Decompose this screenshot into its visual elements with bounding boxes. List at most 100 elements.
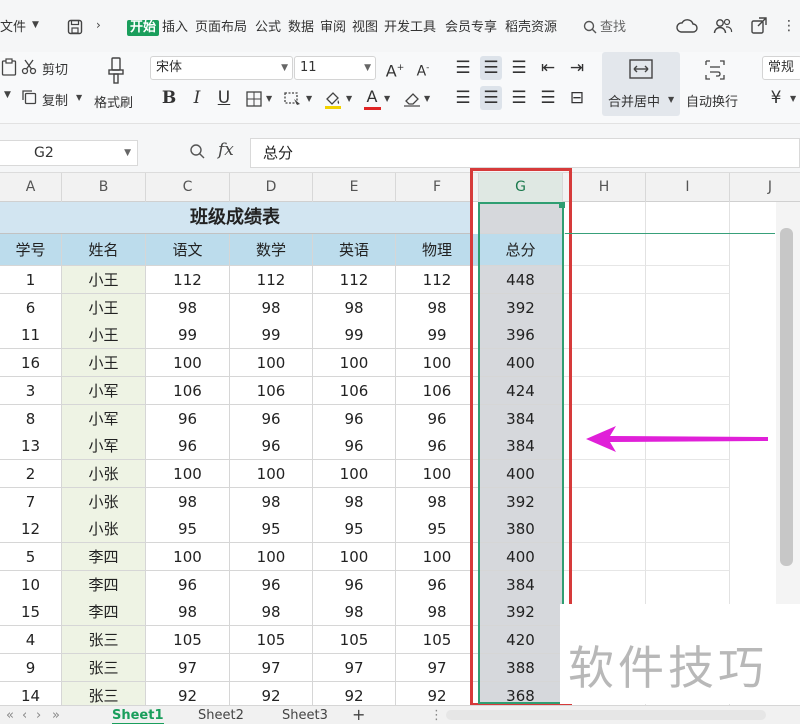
name-cell[interactable]: 张三 <box>62 681 146 705</box>
physics-cell[interactable]: 92 <box>396 681 479 705</box>
align-bottom-icon[interactable]: ☰ <box>508 56 530 80</box>
physics-cell[interactable]: 112 <box>396 266 479 294</box>
math-cell[interactable]: 96 <box>230 404 313 433</box>
header-english[interactable]: 英语 <box>313 234 396 266</box>
math-cell[interactable]: 96 <box>230 570 313 599</box>
cut-icon[interactable] <box>20 59 38 75</box>
english-cell[interactable]: 96 <box>313 432 396 461</box>
name-cell[interactable]: 小军 <box>62 404 146 433</box>
math-cell[interactable]: 100 <box>230 349 313 378</box>
empty-i-cell[interactable] <box>646 349 730 378</box>
chinese-cell[interactable]: 95 <box>146 515 230 544</box>
id-cell[interactable]: 7 <box>0 487 62 516</box>
indent-decrease-icon[interactable]: ⇤ <box>537 56 559 80</box>
name-cell[interactable]: 小张 <box>62 487 146 516</box>
more-options-icon[interactable]: ⋮ <box>782 18 796 34</box>
fill-color-chevron-icon[interactable]: ▼ <box>346 94 352 103</box>
chinese-cell[interactable]: 112 <box>146 266 230 294</box>
header-name[interactable]: 姓名 <box>62 234 146 266</box>
id-cell[interactable]: 11 <box>0 321 62 350</box>
physics-cell[interactable]: 99 <box>396 321 479 350</box>
english-cell[interactable]: 98 <box>313 487 396 516</box>
header-h-cell[interactable] <box>563 234 646 266</box>
column-header-f[interactable]: F <box>396 173 479 202</box>
id-cell[interactable]: 6 <box>0 293 62 322</box>
chinese-cell[interactable]: 105 <box>146 626 230 655</box>
id-cell[interactable]: 16 <box>0 349 62 378</box>
distribute-icon[interactable]: ⊟ <box>566 86 588 110</box>
tab-insert[interactable]: 插入 <box>162 20 188 36</box>
tab-developer[interactable]: 开发工具 <box>384 20 436 36</box>
chinese-cell[interactable]: 98 <box>146 293 230 322</box>
align-middle-icon[interactable]: ☰ <box>480 56 502 80</box>
title-i-cell[interactable] <box>646 202 730 234</box>
tab-nav-last-icon[interactable]: » <box>52 706 60 724</box>
math-cell[interactable]: 106 <box>230 376 313 405</box>
align-top-icon[interactable]: ☰ <box>452 56 474 80</box>
chinese-cell[interactable]: 98 <box>146 598 230 627</box>
empty-h-cell[interactable] <box>563 266 646 294</box>
empty-h-cell[interactable] <box>563 321 646 350</box>
id-cell[interactable]: 15 <box>0 598 62 627</box>
copy-chevron-icon[interactable]: ▼ <box>76 93 82 102</box>
empty-i-cell[interactable] <box>646 376 730 405</box>
math-cell[interactable]: 92 <box>230 681 313 705</box>
more-chevron-icon[interactable]: › <box>96 18 101 32</box>
id-cell[interactable]: 8 <box>0 404 62 433</box>
empty-h-cell[interactable] <box>563 459 646 488</box>
english-cell[interactable]: 100 <box>313 349 396 378</box>
vertical-scroll-thumb[interactable] <box>780 228 793 566</box>
currency-chevron-icon[interactable]: ▼ <box>790 94 796 103</box>
align-right-icon[interactable]: ☰ <box>508 86 530 110</box>
id-cell[interactable]: 1 <box>0 266 62 294</box>
name-cell[interactable]: 李四 <box>62 598 146 627</box>
chinese-cell[interactable]: 96 <box>146 404 230 433</box>
id-cell[interactable]: 9 <box>0 653 62 682</box>
name-cell[interactable]: 张三 <box>62 626 146 655</box>
empty-h-cell[interactable] <box>563 349 646 378</box>
tab-nav-prev-icon[interactable]: ‹ <box>22 706 27 724</box>
name-cell[interactable]: 小王 <box>62 349 146 378</box>
empty-i-cell[interactable] <box>646 543 730 571</box>
name-cell[interactable]: 小王 <box>62 321 146 350</box>
empty-i-cell[interactable] <box>646 487 730 516</box>
english-cell[interactable]: 96 <box>313 570 396 599</box>
physics-cell[interactable]: 98 <box>396 293 479 322</box>
physics-cell[interactable]: 95 <box>396 515 479 544</box>
math-cell[interactable]: 96 <box>230 432 313 461</box>
english-cell[interactable]: 112 <box>313 266 396 294</box>
file-menu[interactable]: 文件 <box>0 20 26 36</box>
english-cell[interactable]: 100 <box>313 543 396 571</box>
paste-icon[interactable] <box>0 58 18 76</box>
column-header-j[interactable]: J <box>730 173 800 202</box>
english-cell[interactable]: 99 <box>313 321 396 350</box>
name-cell[interactable]: 李四 <box>62 570 146 599</box>
font-color-icon[interactable]: A <box>362 85 382 109</box>
id-cell[interactable]: 3 <box>0 376 62 405</box>
column-header-a[interactable]: A <box>0 173 62 202</box>
physics-cell[interactable]: 97 <box>396 653 479 682</box>
chinese-cell[interactable]: 99 <box>146 321 230 350</box>
share-icon[interactable] <box>748 16 770 36</box>
horizontal-scrollbar[interactable] <box>446 710 766 720</box>
empty-h-cell[interactable] <box>563 570 646 599</box>
format-painter-icon[interactable] <box>104 56 128 86</box>
italic-icon[interactable]: I <box>186 86 208 110</box>
bold-icon[interactable]: B <box>158 86 180 110</box>
chinese-cell[interactable]: 92 <box>146 681 230 705</box>
format-painter-label[interactable]: 格式刷 <box>94 92 133 111</box>
id-cell[interactable]: 10 <box>0 570 62 599</box>
copy-label[interactable]: 复制 <box>42 90 68 109</box>
math-cell[interactable]: 112 <box>230 266 313 294</box>
physics-cell[interactable]: 98 <box>396 487 479 516</box>
increase-font-icon[interactable]: A+ <box>384 56 406 83</box>
tab-page-layout[interactable]: 页面布局 <box>195 20 247 36</box>
header-i-cell[interactable] <box>646 234 730 266</box>
underline-icon[interactable]: U <box>213 86 235 110</box>
english-cell[interactable]: 98 <box>313 293 396 322</box>
fx-icon[interactable]: fx <box>218 140 234 160</box>
cell-style-chevron-icon[interactable]: ▼ <box>306 94 312 103</box>
align-center-icon[interactable]: ☰ <box>480 86 502 110</box>
tab-member[interactable]: 会员专享 <box>445 20 497 36</box>
chinese-cell[interactable]: 97 <box>146 653 230 682</box>
